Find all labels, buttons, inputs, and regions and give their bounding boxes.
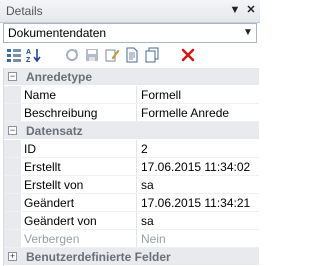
property-value[interactable]: Nein xyxy=(141,232,166,246)
expand-icon[interactable]: + xyxy=(8,252,17,261)
panel-title: Details xyxy=(6,4,43,18)
chevron-down-icon[interactable]: ▼ xyxy=(240,24,256,42)
sort-categorized-icon[interactable] xyxy=(6,47,22,63)
property-value[interactable]: 17.06.2015 11:34:21 xyxy=(141,196,250,210)
property-name: Name xyxy=(24,88,57,102)
collapse-icon[interactable]: − xyxy=(8,72,17,81)
property-value[interactable]: sa xyxy=(141,214,154,228)
sort-alphabetical-icon[interactable]: A Z xyxy=(26,47,42,63)
property-value[interactable]: 2 xyxy=(141,142,148,156)
property-name: Verbergen xyxy=(24,232,80,246)
property-row[interactable]: Verbergen Nein xyxy=(4,230,259,248)
property-name: Beschreibung xyxy=(24,106,98,120)
property-grid: − Anredetype Name Formell Beschreibung F… xyxy=(3,68,259,266)
property-row[interactable]: Erstellt 17.06.2015 11:34:02 xyxy=(4,158,259,176)
category-label: Datensatz xyxy=(26,124,83,138)
property-name: Erstellt von xyxy=(24,178,84,192)
panel-menu-icon[interactable]: ▼ xyxy=(228,3,242,17)
save-icon[interactable] xyxy=(84,47,100,63)
copy-icon[interactable] xyxy=(144,47,160,63)
collapse-icon[interactable]: − xyxy=(8,126,17,135)
delete-icon[interactable] xyxy=(180,47,196,63)
property-value[interactable]: Formelle Anrede xyxy=(141,106,229,120)
refresh-icon[interactable] xyxy=(64,47,80,63)
close-icon[interactable]: ✕ xyxy=(244,3,258,17)
property-row[interactable]: ID 2 xyxy=(4,140,259,158)
category-label: Benutzerdefinierte Felder xyxy=(26,250,171,264)
svg-text:A: A xyxy=(26,49,31,56)
property-value[interactable]: sa xyxy=(141,178,154,192)
dropdown-value: Dokumentendaten xyxy=(8,26,107,40)
new-document-icon[interactable] xyxy=(124,47,140,63)
property-value[interactable]: Formell xyxy=(141,88,181,102)
property-row[interactable]: Erstellt von sa xyxy=(4,176,259,194)
property-value[interactable]: 17.06.2015 11:34:02 xyxy=(141,160,250,174)
svg-text:Z: Z xyxy=(26,57,31,63)
toolbar: A Z xyxy=(0,44,260,66)
details-dropdown[interactable]: Dokumentendaten ▼ xyxy=(3,23,257,43)
category-anredetype[interactable]: − Anredetype xyxy=(4,68,259,86)
property-name: Erstellt xyxy=(24,160,61,174)
property-row[interactable]: Beschreibung Formelle Anrede xyxy=(4,104,259,122)
property-name: Geändert von xyxy=(24,214,97,228)
panel-titlebar: Details ▼ ✕ xyxy=(0,0,260,23)
category-datensatz[interactable]: − Datensatz xyxy=(4,122,259,140)
edit-icon[interactable] xyxy=(104,47,120,63)
property-row[interactable]: Geändert von sa xyxy=(4,212,259,230)
property-row[interactable]: Geändert 17.06.2015 11:34:21 xyxy=(4,194,259,212)
category-label: Anredetype xyxy=(26,70,93,84)
property-row[interactable]: Name Formell xyxy=(4,86,259,104)
details-panel: Details ▼ ✕ Dokumentendaten ▼ A Z − Anre… xyxy=(0,0,260,266)
category-benutzerdefinierte-felder[interactable]: + Benutzerdefinierte Felder xyxy=(4,248,259,266)
property-name: ID xyxy=(24,142,36,156)
property-name: Geändert xyxy=(24,196,75,210)
